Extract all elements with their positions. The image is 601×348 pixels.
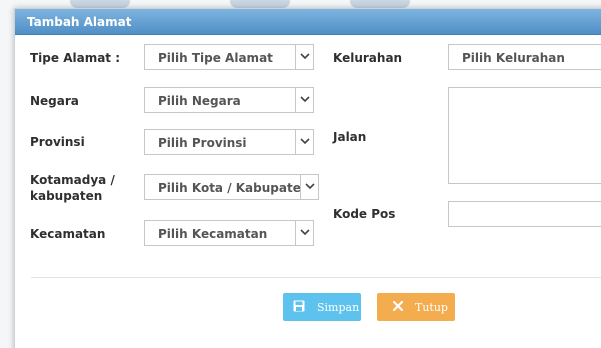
close-x-icon — [392, 300, 404, 314]
jalan-textarea[interactable] — [448, 87, 601, 184]
provinsi-select-value: Pilih Provinsi — [158, 136, 247, 150]
kotamadya-label-line2: kabupaten — [30, 189, 103, 203]
backdrop-shape — [350, 0, 410, 8]
close-button[interactable]: Tutup — [377, 293, 455, 321]
kecamatan-select[interactable]: Pilih Kecamatan — [144, 220, 314, 246]
save-button-label: Simpan — [317, 301, 360, 314]
kelurahan-select[interactable]: Pilih Kelurahan — [448, 44, 601, 70]
save-button[interactable]: Simpan — [283, 293, 361, 321]
footer-divider — [31, 277, 601, 278]
add-address-dialog: Tambah Alamat Tipe Alamat : Negara Provi… — [14, 8, 601, 348]
tipe-alamat-label: Tipe Alamat : — [30, 51, 121, 65]
kode-pos-input[interactable] — [448, 201, 601, 227]
jalan-label: Jalan — [333, 130, 367, 144]
dialog-titlebar[interactable]: Tambah Alamat — [15, 9, 601, 35]
provinsi-label: Provinsi — [30, 135, 85, 149]
provinsi-select[interactable]: Pilih Provinsi — [144, 129, 314, 155]
kode-pos-label: Kode Pos — [333, 207, 396, 221]
backdrop-shape — [70, 0, 130, 8]
kotamadya-select[interactable]: Pilih Kota / Kabupaten — [144, 174, 319, 200]
negara-select-value: Pilih Negara — [158, 94, 241, 108]
kelurahan-label: Kelurahan — [333, 51, 403, 65]
kotamadya-select-value: Pilih Kota / Kabupaten — [158, 181, 310, 195]
kecamatan-select-value: Pilih Kecamatan — [158, 227, 268, 241]
tipe-alamat-select-value: Pilih Tipe Alamat — [158, 51, 273, 65]
chevron-down-icon[interactable] — [295, 130, 313, 154]
dialog-title: Tambah Alamat — [27, 15, 132, 29]
floppy-disk-icon — [293, 300, 305, 315]
chevron-down-icon[interactable] — [300, 175, 318, 199]
chevron-down-icon[interactable] — [295, 221, 313, 245]
kotamadya-label: Kotamadya / kabupaten — [30, 172, 115, 204]
negara-label: Negara — [30, 94, 79, 108]
negara-select[interactable]: Pilih Negara — [144, 87, 314, 113]
tipe-alamat-select[interactable]: Pilih Tipe Alamat — [144, 44, 314, 70]
close-button-label: Tutup — [415, 301, 448, 314]
backdrop-shape — [230, 0, 290, 8]
kelurahan-select-value: Pilih Kelurahan — [462, 51, 565, 65]
chevron-down-icon[interactable] — [295, 45, 313, 69]
chevron-down-icon[interactable] — [295, 88, 313, 112]
kotamadya-label-line1: Kotamadya / — [30, 173, 115, 187]
kecamatan-label: Kecamatan — [30, 227, 106, 241]
